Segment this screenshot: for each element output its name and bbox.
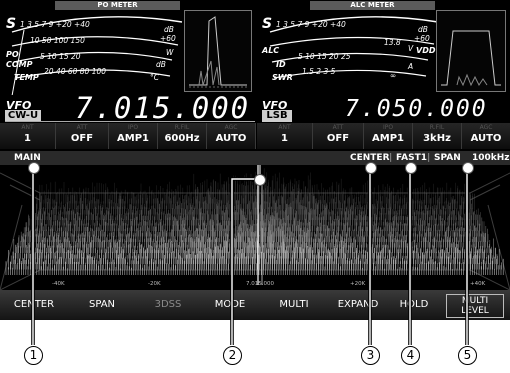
id-scale: 5 10 15 20 25	[298, 52, 351, 61]
po-s-db: dB	[164, 25, 174, 34]
3dss-button[interactable]: 3DSS	[140, 294, 196, 316]
temp-label: TEMP	[14, 73, 39, 82]
main-ipo-value: AMP1	[117, 133, 149, 144]
callout-1: 1	[24, 346, 43, 365]
id-label: ID	[276, 60, 286, 69]
main-rfil[interactable]: R.FIL 600Hz	[158, 123, 207, 149]
marker-3	[365, 162, 377, 174]
axis-plus-20k: +20K	[350, 281, 366, 287]
sub-agc-caption: AGC	[479, 124, 493, 131]
callout-5: 5	[458, 346, 477, 365]
temp-scale: 20 40 60 80 100	[44, 67, 107, 76]
sub-ant-caption: ANT	[278, 124, 291, 131]
main-att[interactable]: ATT OFF	[56, 123, 109, 149]
alc-mini-scope	[436, 10, 506, 92]
sub-ant[interactable]: ANT 1	[257, 123, 313, 149]
mode-button[interactable]: MODE	[202, 294, 258, 316]
id-unit: A	[408, 62, 414, 71]
main-ant-caption: ANT	[21, 124, 34, 131]
function-bar: CENTER SPAN 3DSS MODE MULTI EXPAND HOLD …	[0, 290, 510, 320]
scope-noise-floor	[5, 168, 504, 275]
main-ant-value: 1	[24, 133, 31, 144]
po-s-scale: 1 3 5 7 9 +20 +40	[20, 20, 90, 29]
vfo-sub-mode[interactable]: LSB	[262, 110, 292, 122]
marker-4	[405, 162, 417, 174]
alc-s-label: S	[262, 16, 273, 32]
po-label: PO	[6, 50, 19, 59]
scope-header: MAIN CENTER | FAST1 | SPAN 100kHz	[0, 151, 510, 165]
multi-level-button[interactable]: MULTI LEVEL	[446, 294, 504, 318]
po-scale: 10 50 100 150	[30, 36, 85, 45]
main-agc[interactable]: AGC AUTO	[207, 123, 256, 149]
multi-level-line2: LEVEL	[461, 306, 489, 316]
po-s-label: S	[6, 16, 17, 32]
axis-minus-40k: -40K	[52, 281, 65, 287]
sub-rfil[interactable]: R.FIL 3kHz	[413, 123, 462, 149]
po-mini-scope	[184, 10, 252, 92]
center-button[interactable]: CENTER	[8, 294, 60, 316]
swr-scale: 1.5 2 3 5	[302, 67, 336, 76]
callout-3: 3	[361, 346, 380, 365]
alc-label: ALC	[262, 46, 280, 55]
main-ipo-caption: IPO	[127, 124, 139, 131]
sub-rfil-value: 3kHz	[423, 133, 451, 144]
vfo-main-underline	[5, 121, 255, 122]
callout-4: 4	[401, 346, 420, 365]
scope-separator-1: |	[389, 153, 393, 163]
po-unit: W	[166, 48, 174, 57]
marker-1	[28, 162, 40, 174]
vdd-label: VDD	[416, 46, 436, 55]
scope-separator-2: |	[427, 153, 431, 163]
vdd-unit: V	[408, 44, 414, 53]
hold-button[interactable]: HOLD	[384, 294, 444, 316]
swr-infinity: ∞	[390, 71, 397, 80]
callout-2: 2	[223, 346, 242, 365]
sub-att[interactable]: ATT OFF	[313, 123, 364, 149]
axis-minus-20k: -20K	[148, 281, 161, 287]
main-rfil-value: 600Hz	[164, 133, 200, 144]
sub-att-value: OFF	[326, 133, 350, 144]
span-button[interactable]: SPAN	[72, 294, 132, 316]
marker-5	[462, 162, 474, 174]
axis-plus-40k: +40K	[470, 281, 486, 287]
sub-att-caption: ATT	[332, 124, 344, 131]
vfo-sub-frequency[interactable]: 7.050.000	[345, 96, 488, 122]
main-att-caption: ATT	[76, 124, 88, 131]
sub-agc[interactable]: AGC AUTO	[462, 123, 510, 149]
po-meter-panel: PO METER S 1 3 5 7 9 +20 +40 dB +60 PO 1…	[0, 0, 255, 95]
scope-span-value[interactable]: 100kHz	[472, 152, 510, 164]
alc-s-scale: 1 3 5 7 9 +20 +40	[276, 20, 346, 29]
alc-s-db60: +60	[414, 34, 430, 43]
main-att-value: OFF	[70, 133, 94, 144]
main-agc-caption: AGC	[224, 124, 238, 131]
alc-meter-panel: ALC METER S 1 3 5 7 9 +20 +40 dB +60 ALC…	[258, 0, 510, 95]
main-ant[interactable]: ANT 1	[0, 123, 56, 149]
po-s-db60: +60	[160, 34, 176, 43]
alc-s-db: dB	[418, 25, 428, 34]
vfo-main-frequency[interactable]: 7.015.000	[75, 91, 250, 125]
comp-unit: dB	[156, 60, 166, 69]
vdd-value: 13.8	[384, 38, 401, 47]
expand-button[interactable]: EXPAND	[326, 294, 390, 316]
sub-agc-value: AUTO	[470, 133, 502, 144]
sub-ipo-value: AMP1	[372, 133, 404, 144]
sub-rfil-caption: R.FIL	[429, 124, 445, 131]
sub-ant-value: 1	[281, 133, 288, 144]
marker-2	[254, 174, 266, 186]
multi-level-line1: MULTI	[461, 296, 489, 306]
sub-ipo[interactable]: IPO AMP1	[364, 123, 413, 149]
main-ipo[interactable]: IPO AMP1	[109, 123, 158, 149]
comp-scale: 5 10 15 20	[40, 52, 81, 61]
scope-span-label: SPAN	[434, 153, 461, 163]
sub-ipo-caption: IPO	[382, 124, 394, 131]
swr-label: SWR	[272, 73, 293, 82]
radio-display: PO METER S 1 3 5 7 9 +20 +40 dB +60 PO 1…	[0, 0, 510, 320]
axis-center-freq: 7.015.000	[246, 281, 274, 287]
multi-button[interactable]: MULTI	[264, 294, 324, 316]
main-rfil-caption: R.FIL	[174, 124, 190, 131]
temp-unit: °C	[150, 73, 159, 82]
main-agc-value: AUTO	[215, 133, 247, 144]
comp-label: COMP	[6, 60, 33, 69]
